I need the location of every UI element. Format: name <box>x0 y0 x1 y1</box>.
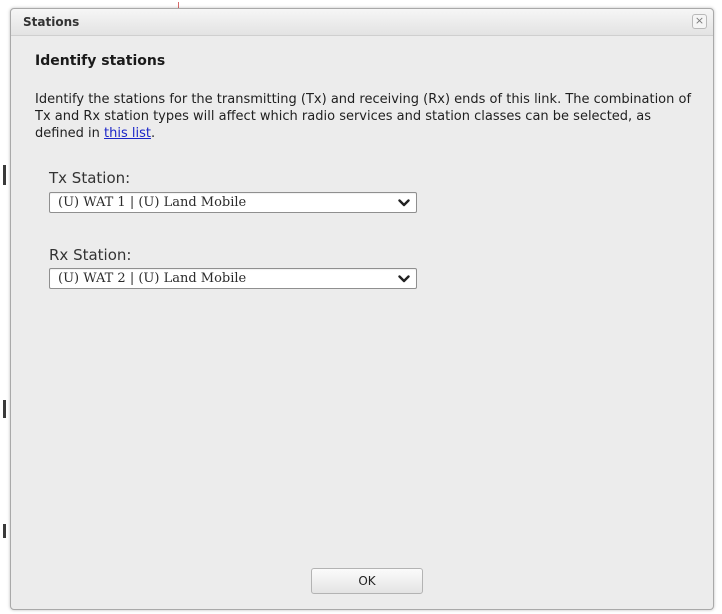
ok-button[interactable]: OK <box>311 568 423 594</box>
rx-station-value: (U) WAT 2 | (U) Land Mobile <box>58 271 247 286</box>
tx-station-value: (U) WAT 1 | (U) Land Mobile <box>58 195 247 210</box>
tx-station-select[interactable]: (U) WAT 1 | (U) Land Mobile <box>49 192 417 213</box>
stations-dialog: Stations × Identify stations Identify th… <box>10 8 714 610</box>
dialog-titlebar[interactable]: Stations × <box>11 9 713 36</box>
rx-station-label: Rx Station: <box>49 246 132 264</box>
background-edge-mark <box>3 400 6 418</box>
description-text: Identify the stations for the transmitti… <box>35 91 703 142</box>
close-button[interactable]: × <box>692 14 707 29</box>
background-edge-mark <box>3 165 6 185</box>
this-list-link[interactable]: this list <box>104 126 151 141</box>
background-edge-mark <box>3 524 6 538</box>
dialog-title: Stations <box>23 15 80 29</box>
rx-station-select[interactable]: (U) WAT 2 | (U) Land Mobile <box>49 268 417 289</box>
tx-station-label: Tx Station: <box>49 169 131 187</box>
description-end: . <box>151 126 156 141</box>
close-icon: × <box>694 14 705 27</box>
chevron-down-icon <box>398 199 410 207</box>
section-heading: Identify stations <box>35 53 166 69</box>
chevron-down-icon <box>398 275 410 283</box>
